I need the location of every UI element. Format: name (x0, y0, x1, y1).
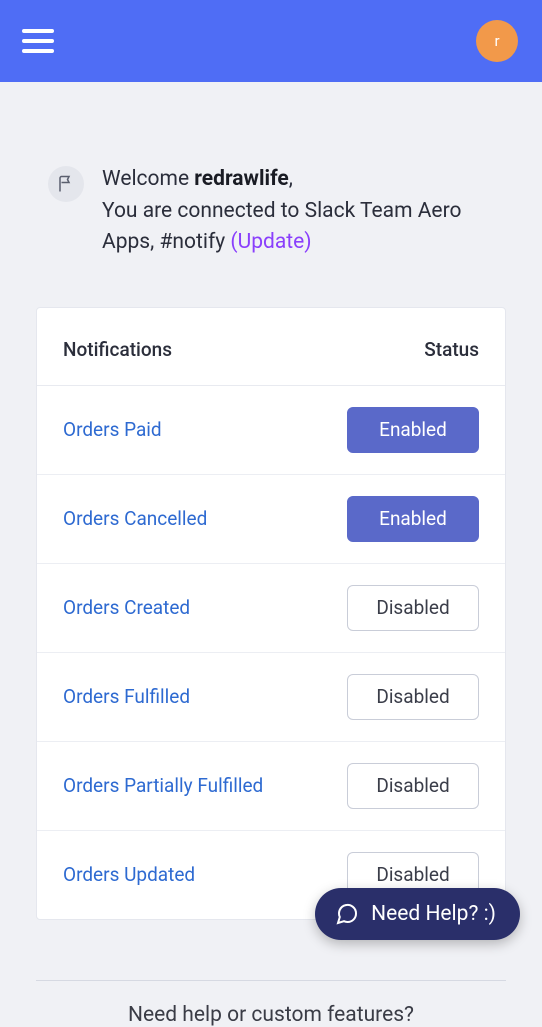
status-toggle-button[interactable]: Disabled (347, 674, 479, 720)
notification-label[interactable]: Orders Updated (63, 863, 195, 886)
status-toggle-button[interactable]: Disabled (347, 763, 479, 809)
table-row: Orders Partially Fulfilled Disabled (37, 742, 505, 831)
table-row: Orders Cancelled Enabled (37, 475, 505, 564)
update-link[interactable]: (Update) (230, 230, 311, 254)
avatar[interactable]: r (476, 20, 518, 62)
menu-icon[interactable] (22, 29, 54, 53)
status-toggle-button[interactable]: Enabled (347, 496, 479, 542)
notification-label[interactable]: Orders Created (63, 596, 190, 619)
welcome-prefix: Welcome (102, 167, 194, 191)
table-row: Orders Paid Enabled (37, 386, 505, 475)
notifications-panel: Notifications Status Orders PaidEnabledO… (36, 307, 506, 920)
notification-label[interactable]: Orders Paid (63, 418, 162, 441)
col-status: Status (424, 338, 479, 361)
welcome-username: redrawlife (194, 167, 288, 191)
panel-header: Notifications Status (37, 308, 505, 386)
notification-label[interactable]: Orders Partially Fulfilled (63, 774, 263, 797)
notification-label[interactable]: Orders Cancelled (63, 507, 207, 530)
welcome-text: Welcome redrawlife, You are connected to… (102, 164, 506, 259)
help-pill-label: Need Help? :) (371, 902, 496, 926)
notification-label[interactable]: Orders Fulfilled (63, 685, 190, 708)
welcome-suffix: , (289, 167, 293, 191)
flag-icon (48, 166, 84, 202)
main-content: Welcome redrawlife, You are connected to… (0, 82, 542, 1027)
col-notifications: Notifications (63, 338, 172, 361)
chat-icon (335, 902, 359, 926)
table-row: Orders Fulfilled Disabled (37, 653, 505, 742)
welcome-banner: Welcome redrawlife, You are connected to… (36, 82, 506, 259)
status-toggle-button[interactable]: Disabled (347, 585, 479, 631)
footer-help-text: Need help or custom features? (36, 1003, 506, 1027)
help-chat-button[interactable]: Need Help? :) (315, 888, 520, 940)
divider (36, 980, 506, 981)
table-row: Orders Created Disabled (37, 564, 505, 653)
avatar-letter: r (494, 32, 499, 50)
status-toggle-button[interactable]: Enabled (347, 407, 479, 453)
app-header: r (0, 0, 542, 82)
